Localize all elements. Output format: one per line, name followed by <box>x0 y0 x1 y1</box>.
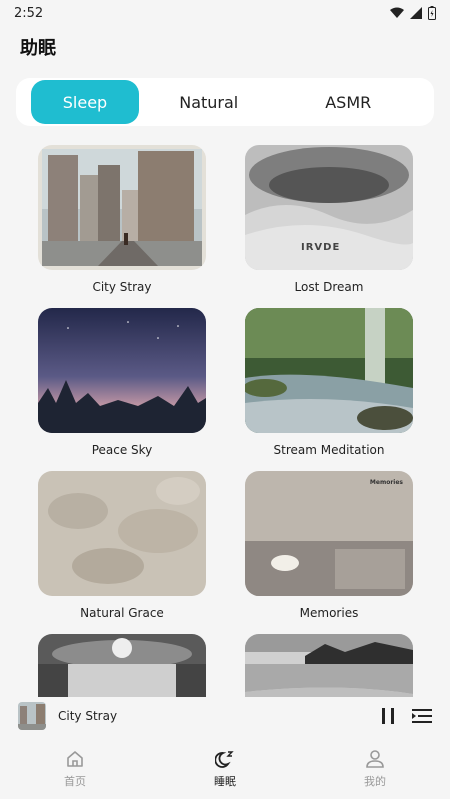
mini-player-artwork <box>18 702 46 730</box>
status-bar: 2:52 <box>0 0 450 26</box>
mini-player-controls <box>380 707 432 725</box>
card-title: Memories <box>299 606 359 620</box>
card-lost-dream[interactable]: IRVDE Lost Dream <box>245 145 413 294</box>
bottom-nav: 首页 睡眠 我的 <box>0 738 450 799</box>
card-image-natural-grace <box>38 471 206 596</box>
card-image-room <box>38 634 206 697</box>
card-title: Stream Meditation <box>273 443 385 457</box>
card-stream-meditation[interactable]: Stream Meditation <box>245 308 413 457</box>
card-lake[interactable] <box>245 634 413 697</box>
card-image-stream-meditation <box>245 308 413 433</box>
card-natural-grace[interactable]: Natural Grace <box>38 471 206 620</box>
battery-icon <box>428 6 436 20</box>
nav-label: 我的 <box>364 774 386 788</box>
status-time: 2:52 <box>14 5 44 21</box>
nav-profile[interactable]: 我的 <box>300 738 450 799</box>
sound-grid: City Stray IRVDE Lost Dream Peace Sky St… <box>0 145 450 697</box>
nav-home[interactable]: 首页 <box>0 738 150 799</box>
tab-sleep[interactable]: Sleep <box>31 80 139 124</box>
pause-icon[interactable] <box>380 707 396 725</box>
card-image-peace-sky <box>38 308 206 433</box>
card-memories[interactable]: Memories Memories <box>245 471 413 620</box>
nav-label: 睡眠 <box>214 774 236 788</box>
card-image-lake <box>245 634 413 697</box>
mini-player-title: City Stray <box>58 709 118 723</box>
card-art-text: IRVDE <box>301 242 341 253</box>
card-title: Lost Dream <box>294 280 364 294</box>
home-icon <box>67 750 83 767</box>
card-art-text: Memories <box>369 479 403 486</box>
card-title: Natural Grace <box>80 606 164 620</box>
user-icon <box>366 749 384 768</box>
playlist-icon[interactable] <box>412 707 432 725</box>
card-image-lost-dream: IRVDE <box>245 145 413 270</box>
mini-player[interactable]: City Stray <box>0 697 450 735</box>
tab-natural[interactable]: Natural <box>139 80 279 124</box>
status-icons <box>390 6 436 20</box>
category-tabs: Sleep Natural ASMR <box>16 78 434 126</box>
nav-label: 首页 <box>64 774 86 788</box>
card-image-city-stray <box>38 145 206 270</box>
page-title: 助眠 <box>20 38 56 59</box>
card-city-stray[interactable]: City Stray <box>38 145 206 294</box>
card-room[interactable] <box>38 634 206 697</box>
card-peace-sky[interactable]: Peace Sky <box>38 308 206 457</box>
card-title: City Stray <box>92 280 152 294</box>
card-image-memories: Memories <box>245 471 413 596</box>
card-title: Peace Sky <box>91 443 153 457</box>
wifi-icon <box>390 7 404 18</box>
tab-asmr[interactable]: ASMR <box>279 80 419 124</box>
moon-icon <box>215 750 234 768</box>
nav-sleep[interactable]: 睡眠 <box>150 738 300 799</box>
signal-icon <box>410 7 422 19</box>
